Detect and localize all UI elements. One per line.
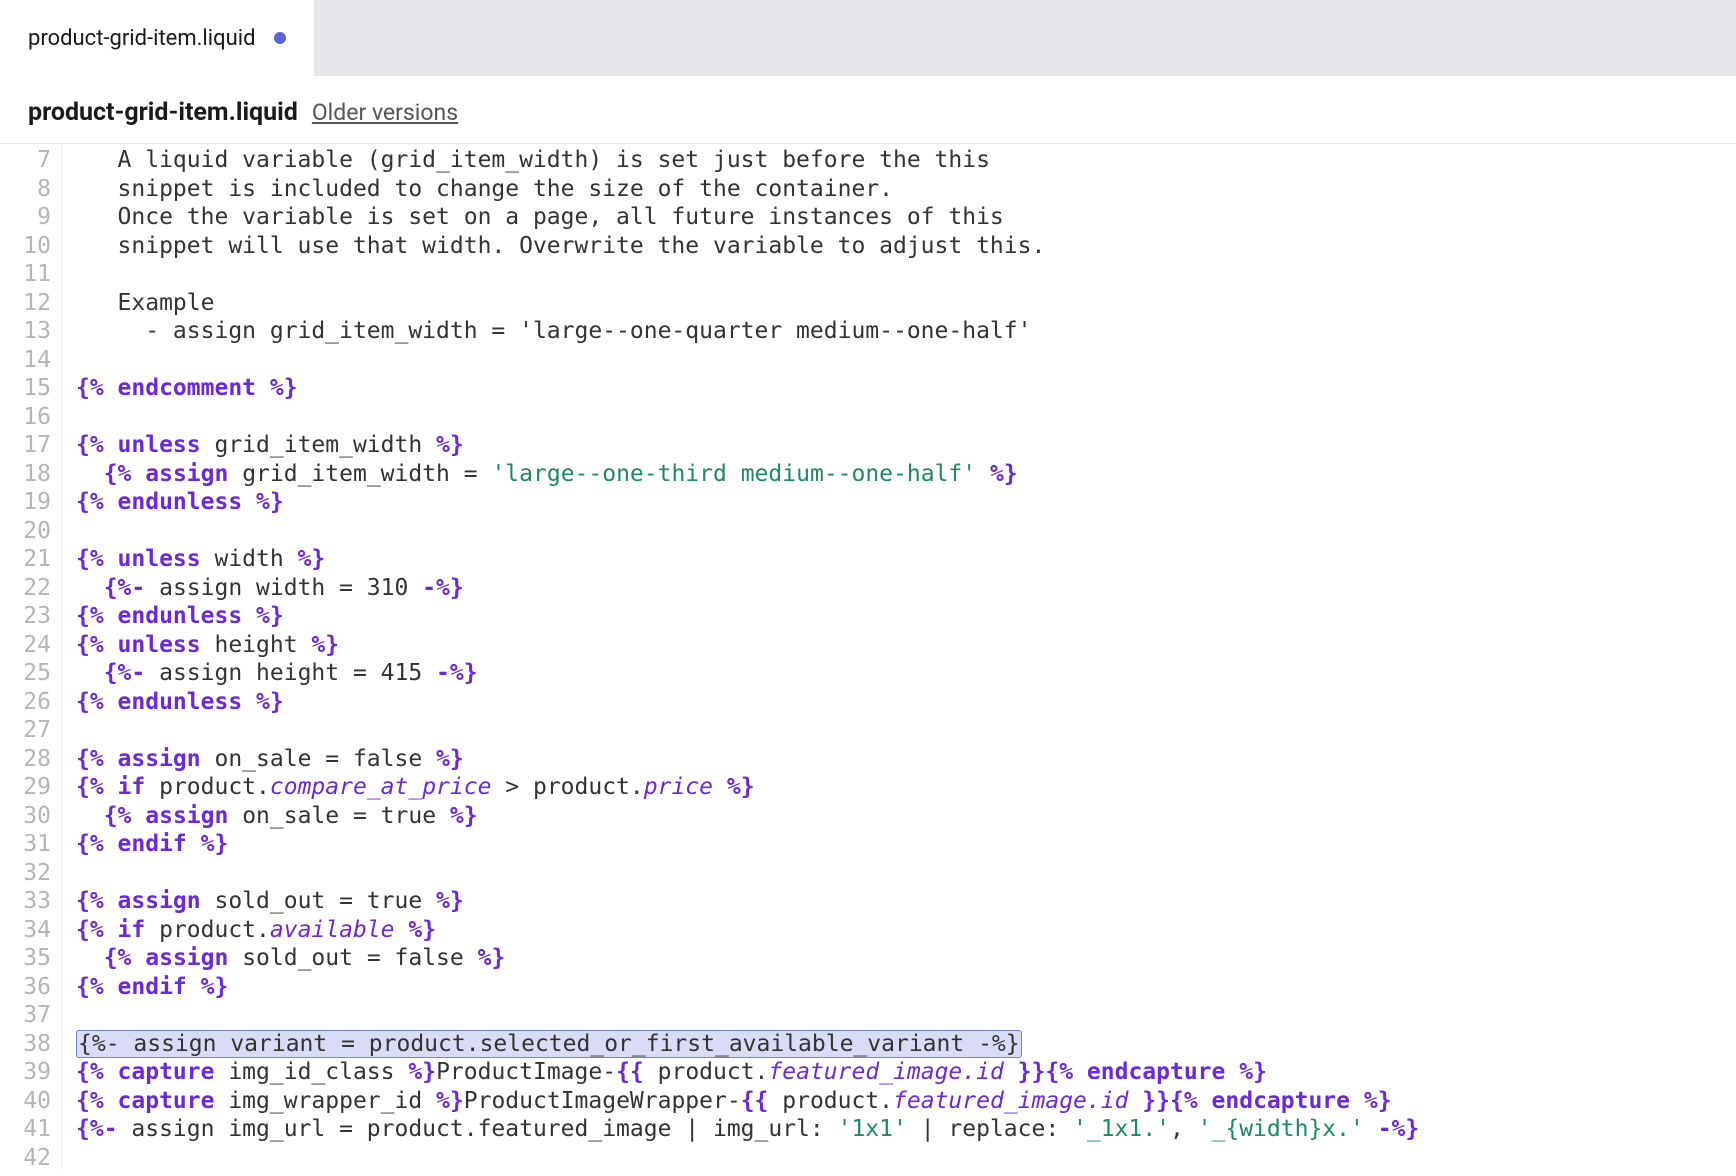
line-number: 41 [0,1115,51,1144]
tab-label: product-grid-item.liquid [28,26,256,51]
code-line[interactable]: {%- assign variant = product.selected_or… [76,1030,1419,1059]
line-number: 24 [0,631,51,660]
tab-bar: product-grid-item.liquid [0,0,1736,76]
code-line[interactable]: {% assign sold_out = false %} [76,944,1419,973]
code-line[interactable]: {% endunless %} [76,688,1419,717]
line-number: 9 [0,203,51,232]
code-line[interactable] [76,517,1419,546]
line-number: 39 [0,1058,51,1087]
line-number: 42 [0,1144,51,1173]
code-line[interactable]: {% unless grid_item_width %} [76,431,1419,460]
code-editor[interactable]: 7891011121314151617181920212223242526272… [0,143,1736,1172]
code-line[interactable]: snippet is included to change the size o… [76,175,1419,204]
line-number: 36 [0,973,51,1002]
code-line[interactable]: Once the variable is set on a page, all … [76,203,1419,232]
code-line[interactable]: {% endunless %} [76,602,1419,631]
line-number: 26 [0,688,51,717]
line-number: 17 [0,431,51,460]
code-line[interactable]: snippet will use that width. Overwrite t… [76,232,1419,261]
line-number: 21 [0,545,51,574]
older-versions-link[interactable]: Older versions [312,99,458,126]
file-tab[interactable]: product-grid-item.liquid [0,0,314,76]
line-number: 30 [0,802,51,831]
line-number: 40 [0,1087,51,1116]
line-number: 32 [0,859,51,888]
code-line[interactable]: {% if product.available %} [76,916,1419,945]
line-number-gutter: 7891011121314151617181920212223242526272… [0,144,62,1172]
line-number: 23 [0,602,51,631]
code-line[interactable] [76,859,1419,888]
code-line[interactable]: Example [76,289,1419,318]
code-line[interactable] [76,260,1419,289]
code-line[interactable] [76,1144,1419,1173]
line-number: 10 [0,232,51,261]
line-number: 15 [0,374,51,403]
line-number: 22 [0,574,51,603]
line-number: 25 [0,659,51,688]
code-line[interactable]: {% assign on_sale = false %} [76,745,1419,774]
code-line[interactable]: {%- assign img_url = product.featured_im… [76,1115,1419,1144]
line-number: 19 [0,488,51,517]
code-line[interactable]: {%- assign width = 310 -%} [76,574,1419,603]
code-line[interactable]: {% assign on_sale = true %} [76,802,1419,831]
line-number: 29 [0,773,51,802]
code-line[interactable]: {% unless height %} [76,631,1419,660]
code-line[interactable]: {% if product.compare_at_price > product… [76,773,1419,802]
line-number: 7 [0,146,51,175]
code-line[interactable]: A liquid variable (grid_item_width) is s… [76,146,1419,175]
line-number: 27 [0,716,51,745]
code-line[interactable]: {%- assign height = 415 -%} [76,659,1419,688]
line-number: 18 [0,460,51,489]
line-number: 28 [0,745,51,774]
line-number: 8 [0,175,51,204]
line-number: 37 [0,1001,51,1030]
line-number: 13 [0,317,51,346]
line-number: 34 [0,916,51,945]
code-line[interactable]: {% endif %} [76,830,1419,859]
code-line[interactable]: {% endunless %} [76,488,1419,517]
code-line[interactable]: {% assign sold_out = true %} [76,887,1419,916]
code-line[interactable]: {% endif %} [76,973,1419,1002]
line-number: 38 [0,1030,51,1059]
line-number: 33 [0,887,51,916]
file-header: product-grid-item.liquid Older versions [0,76,1736,143]
line-number: 16 [0,403,51,432]
code-line[interactable] [76,1001,1419,1030]
line-number: 35 [0,944,51,973]
code-line[interactable]: {% capture img_wrapper_id %}ProductImage… [76,1087,1419,1116]
code-line[interactable]: {% unless width %} [76,545,1419,574]
file-title: product-grid-item.liquid [28,98,298,127]
code-line[interactable]: {% capture img_id_class %}ProductImage-{… [76,1058,1419,1087]
code-line[interactable]: {% endcomment %} [76,374,1419,403]
line-number: 11 [0,260,51,289]
code-content[interactable]: A liquid variable (grid_item_width) is s… [62,144,1419,1172]
code-line[interactable] [76,716,1419,745]
line-number: 31 [0,830,51,859]
code-line[interactable]: {% assign grid_item_width = 'large--one-… [76,460,1419,489]
line-number: 12 [0,289,51,318]
line-number: 14 [0,346,51,375]
line-number: 20 [0,517,51,546]
code-line[interactable]: - assign grid_item_width = 'large--one-q… [76,317,1419,346]
unsaved-indicator-icon [274,32,286,44]
code-line[interactable] [76,346,1419,375]
code-line[interactable] [76,403,1419,432]
